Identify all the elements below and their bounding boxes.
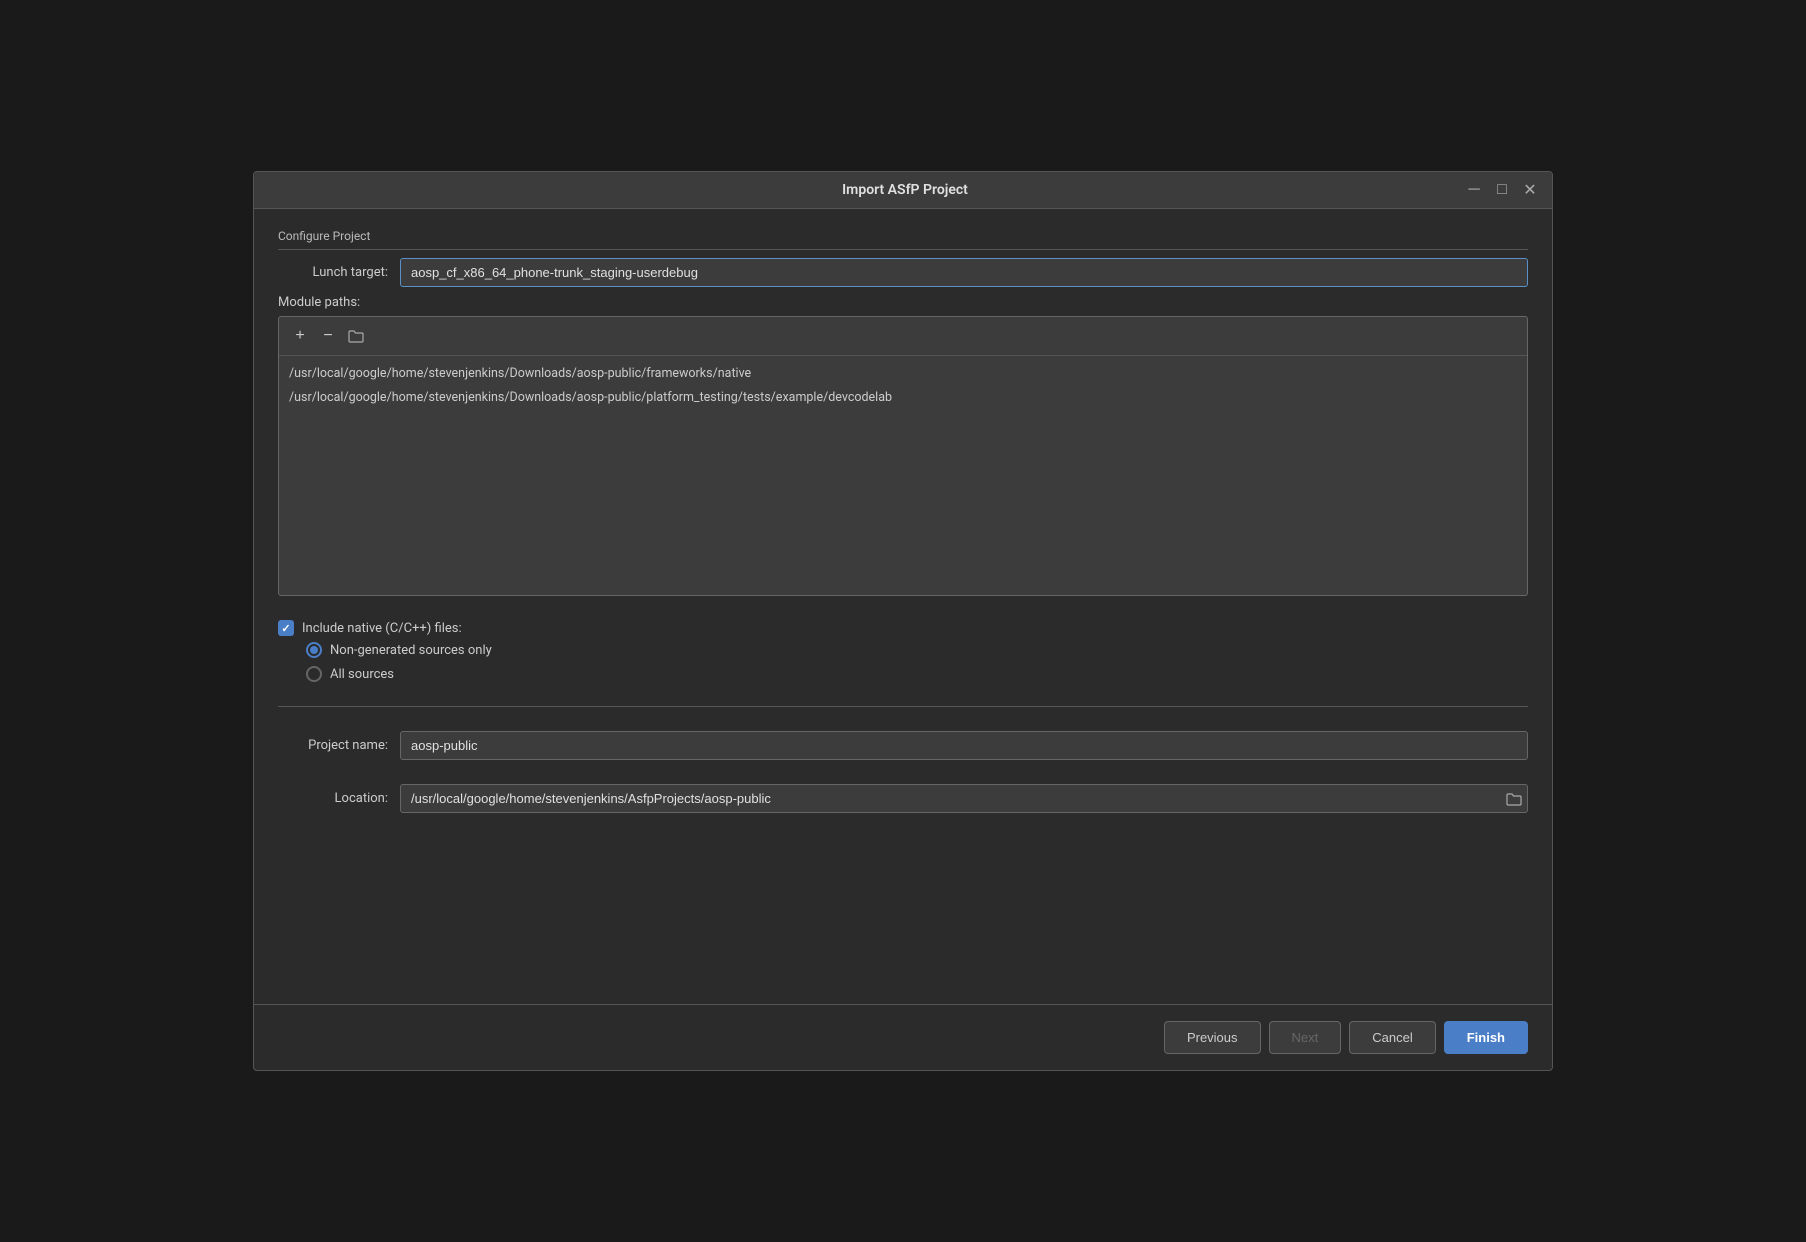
radio-all-sources-label: All sources xyxy=(330,667,394,682)
window-controls: ─ □ ✕ xyxy=(1464,180,1540,200)
include-native-label: Include native (C/C++) files: xyxy=(302,621,462,636)
location-label: Location: xyxy=(278,791,388,806)
list-item: /usr/local/google/home/stevenjenkins/Dow… xyxy=(289,362,1517,386)
radio-non-generated-inner xyxy=(310,646,318,654)
section-title: Configure Project xyxy=(278,229,1528,250)
next-button[interactable]: Next xyxy=(1269,1021,1342,1054)
radio-group: Non-generated sources only All sources xyxy=(306,642,1528,682)
project-name-input[interactable] xyxy=(400,731,1528,760)
radio-all-sources-btn[interactable] xyxy=(306,666,322,682)
lunch-target-input[interactable] xyxy=(400,258,1528,287)
module-paths-list: /usr/local/google/home/stevenjenkins/Dow… xyxy=(279,356,1527,416)
browse-path-button[interactable] xyxy=(343,323,369,349)
lunch-target-label: Lunch target: xyxy=(278,265,388,280)
list-item: /usr/local/google/home/stevenjenkins/Dow… xyxy=(289,386,1517,410)
location-row: Location: xyxy=(278,784,1528,813)
location-input-wrap xyxy=(400,784,1528,813)
add-path-button[interactable]: + xyxy=(287,323,313,349)
minimize-button[interactable]: ─ xyxy=(1464,180,1484,200)
include-native-section: Include native (C/C++) files: Non-genera… xyxy=(278,620,1528,682)
divider xyxy=(278,706,1528,707)
dialog-title: Import ASfP Project xyxy=(346,182,1464,198)
import-dialog: Import ASfP Project ─ □ ✕ Configure Proj… xyxy=(253,171,1553,1071)
cancel-button[interactable]: Cancel xyxy=(1349,1021,1435,1054)
include-native-row: Include native (C/C++) files: xyxy=(278,620,1528,636)
radio-non-generated[interactable]: Non-generated sources only xyxy=(306,642,1528,658)
close-button[interactable]: ✕ xyxy=(1520,180,1540,200)
radio-all-sources[interactable]: All sources xyxy=(306,666,1528,682)
project-name-row: Project name: xyxy=(278,731,1528,760)
dialog-body: Configure Project Lunch target: Module p… xyxy=(254,209,1552,1004)
finish-button[interactable]: Finish xyxy=(1444,1021,1528,1054)
title-bar: Import ASfP Project ─ □ ✕ xyxy=(254,172,1552,209)
previous-button[interactable]: Previous xyxy=(1164,1021,1261,1054)
maximize-button[interactable]: □ xyxy=(1492,180,1512,200)
remove-path-button[interactable]: − xyxy=(315,323,341,349)
project-name-label: Project name: xyxy=(278,738,388,753)
include-native-checkbox[interactable] xyxy=(278,620,294,636)
radio-non-generated-label: Non-generated sources only xyxy=(330,643,492,658)
radio-non-generated-btn[interactable] xyxy=(306,642,322,658)
module-paths-box: + − /usr/local/google/home/stevenjenkins… xyxy=(278,316,1528,596)
module-paths-section: Module paths: + − /usr/local/google/home… xyxy=(278,295,1528,596)
lunch-target-row: Lunch target: xyxy=(278,258,1528,287)
location-browse-button[interactable] xyxy=(1506,792,1522,806)
dialog-footer: Previous Next Cancel Finish xyxy=(254,1004,1552,1070)
module-paths-toolbar: + − xyxy=(279,317,1527,356)
module-paths-label: Module paths: xyxy=(278,295,1528,310)
configure-project-section: Configure Project Lunch target: Module p… xyxy=(278,229,1528,604)
location-input[interactable] xyxy=(400,784,1528,813)
